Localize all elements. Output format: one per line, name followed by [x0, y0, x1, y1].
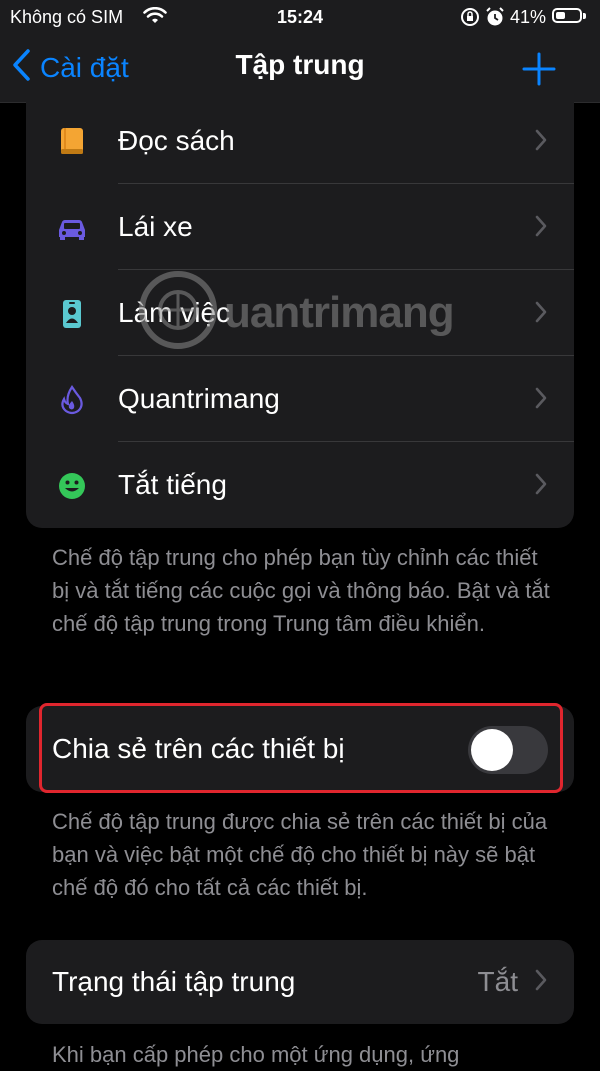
battery-fill: [556, 12, 565, 19]
focus-mode-row[interactable]: Tắt tiếng: [26, 442, 574, 528]
chevron-right-icon: [534, 214, 548, 243]
id-badge-icon: [56, 298, 88, 330]
chevron-right-icon: [534, 472, 548, 501]
battery-icon: [552, 8, 582, 23]
orientation-lock-icon: [460, 7, 480, 32]
share-across-devices-row: Chia sẻ trên các thiết bị: [26, 706, 574, 792]
focus-mode-row[interactable]: Quantrimang: [26, 356, 574, 442]
focus-mode-row[interactable]: Đọc sách: [26, 98, 574, 184]
chevron-right-icon: [534, 968, 548, 997]
focus-mode-label: Đọc sách: [118, 125, 235, 156]
focus-mode-label: Lái xe: [118, 211, 193, 242]
focus-status-value: Tắt: [477, 966, 518, 997]
smiley-icon: [56, 470, 88, 502]
focus-mode-label: Quantrimang: [118, 383, 280, 414]
focus-status-description: Khi bạn cấp phép cho một ứng dụng, ứng: [52, 1042, 460, 1067]
focus-mode-label: Tắt tiếng: [118, 469, 227, 500]
focus-mode-label: Làm việc: [118, 297, 231, 328]
car-icon: [56, 212, 88, 244]
share-across-devices-toggle[interactable]: [468, 726, 548, 774]
status-bar: Không có SIM 15:24 41%: [0, 0, 600, 34]
flame-icon: [56, 384, 88, 416]
battery-percent: 41%: [510, 7, 547, 27]
focus-description: Chế độ tập trung cho phép bạn tùy chỉnh …: [52, 545, 550, 636]
nav-bar: Cài đặt Tập trung: [0, 34, 600, 103]
battery-nub: [583, 13, 586, 19]
book-icon: [56, 126, 88, 158]
plus-icon: [522, 52, 556, 90]
focus-mode-list: Đọc sách Lái xe Làm việc Quantrimang Tắt…: [26, 98, 574, 528]
add-button[interactable]: [522, 52, 556, 91]
share-description: Chế độ tập trung được chia sẻ trên các t…: [52, 809, 548, 900]
toggle-knob: [471, 729, 513, 771]
chevron-right-icon: [534, 128, 548, 157]
focus-status-row[interactable]: Trạng thái tập trung Tắt: [26, 940, 574, 1024]
share-across-devices-label: Chia sẻ trên các thiết bị: [52, 733, 345, 764]
focus-status-label: Trạng thái tập trung: [52, 966, 296, 997]
chevron-right-icon: [534, 300, 548, 329]
chevron-right-icon: [534, 386, 548, 415]
page-title: Tập trung: [235, 49, 365, 80]
focus-mode-row[interactable]: Lái xe: [26, 184, 574, 270]
focus-mode-row[interactable]: Làm việc: [26, 270, 574, 356]
alarm-icon: [484, 6, 506, 33]
